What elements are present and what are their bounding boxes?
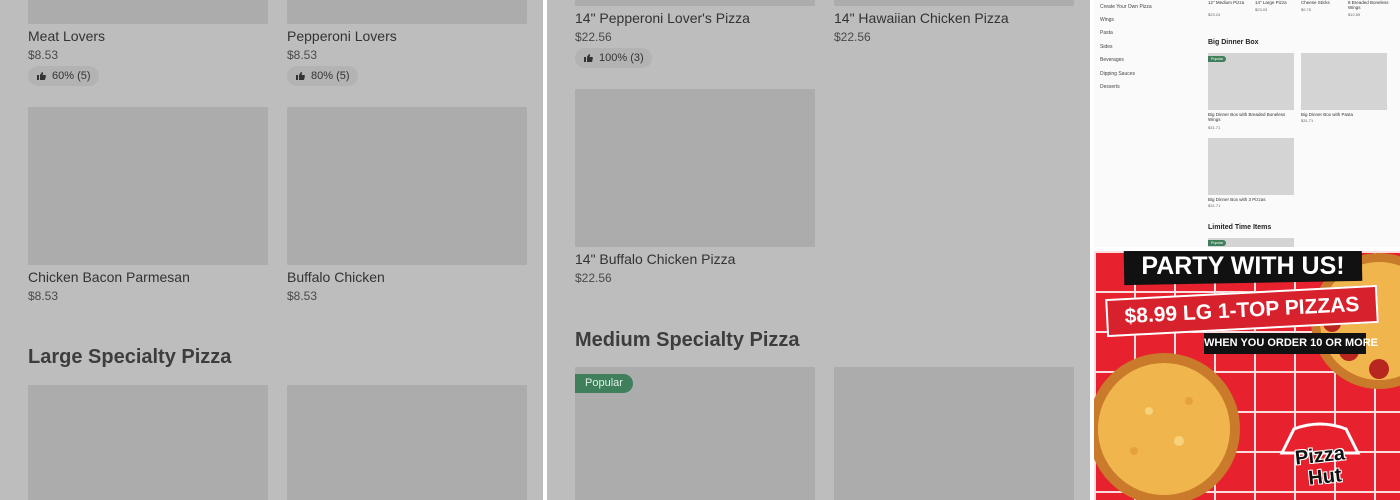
rating-text: 60% (5) <box>52 70 91 82</box>
menu-item-name[interactable]: 14" Pepperoni Lover's Pizza <box>575 10 750 26</box>
menu-item-image[interactable] <box>575 89 815 247</box>
menu-item-name[interactable]: Big Dinner Box with Pasta <box>1301 112 1387 117</box>
menu-item-name[interactable]: Pepperoni Lovers <box>287 28 397 44</box>
menu-item-name[interactable]: Big Dinner Box with 3 Pizzas <box>1208 197 1294 202</box>
menu-item-price: $31.71 <box>1208 203 1221 208</box>
rating-text: 100% (3) <box>599 52 644 64</box>
category-link[interactable]: Beverages <box>1100 57 1124 63</box>
popular-badge: Popular <box>1208 56 1227 62</box>
menu-item-price: $10.59 <box>1348 12 1361 17</box>
menu-item-image[interactable] <box>28 107 268 265</box>
rating-badge: 100% (3) <box>575 48 652 68</box>
category-link[interactable]: Desserts <box>1100 84 1120 90</box>
menu-item-name[interactable]: 14" Large Pizza <box>1255 0 1295 5</box>
category-link[interactable]: Wings <box>1100 17 1114 23</box>
menu-panel-middle: 14" Pepperoni Lover's Pizza $22.56 100% … <box>547 0 1090 500</box>
popular-badge: Popular <box>575 374 633 393</box>
menu-item-price: $9.75 <box>1301 7 1312 12</box>
menu-item-price: $31.71 <box>1208 125 1221 130</box>
section-title: Limited Time Items <box>1208 224 1272 231</box>
menu-item-image[interactable] <box>28 385 268 500</box>
category-link[interactable]: Create Your Own Pizza <box>1100 4 1152 10</box>
menu-item-price: $31.71 <box>1301 118 1314 123</box>
category-link[interactable]: Dipping Sauces <box>1100 71 1135 77</box>
category-link[interactable]: Pasta <box>1100 30 1113 36</box>
menu-item-price: $23.24 <box>1208 12 1221 17</box>
menu-item-name[interactable]: Cheese Sticks <box>1301 0 1341 5</box>
thumbs-up-icon <box>584 54 593 62</box>
menu-item-price: $8.53 <box>28 48 59 62</box>
menu-panel-left: Meat Lovers $8.53 60% (5) Pepperoni Love… <box>0 0 543 500</box>
menu-item-price: $8.53 <box>287 289 318 303</box>
menu-item-image[interactable] <box>575 0 815 6</box>
menu-item-name[interactable]: Chicken Bacon Parmesan <box>28 269 190 285</box>
section-title: Medium Specialty Pizza <box>575 329 800 351</box>
promo-ad[interactable]: PARTY WITH US! $8.99 LG 1-TOP PIZZAS WHE… <box>1094 251 1400 500</box>
menu-item-name[interactable]: 8 Breaded Boneless Wings <box>1348 0 1390 10</box>
menu-panel-thumbnail: Create Your Own Pizza Wings Pasta Sides … <box>1094 0 1400 247</box>
menu-item-price: $23.03 <box>1255 7 1268 12</box>
menu-item-price: $8.53 <box>28 289 59 303</box>
menu-item-image[interactable] <box>1208 138 1294 195</box>
category-link[interactable]: Sides <box>1100 44 1113 50</box>
menu-item-name[interactable]: 14" Buffalo Chicken Pizza <box>575 251 735 267</box>
rating-badge: 60% (5) <box>28 66 99 86</box>
menu-item-image[interactable] <box>834 367 1074 500</box>
menu-item-image[interactable] <box>1301 53 1387 110</box>
menu-item-price: $22.56 <box>575 30 612 44</box>
thumbs-up-icon <box>37 72 46 80</box>
menu-item-image[interactable] <box>834 0 1074 6</box>
menu-item-price: $22.56 <box>575 271 612 285</box>
menu-item-image[interactable] <box>287 385 527 500</box>
thumbs-up-icon <box>296 72 305 80</box>
menu-item-name[interactable]: 12" Medium Pizza <box>1208 0 1248 5</box>
menu-item-image[interactable] <box>28 0 268 24</box>
section-title: Big Dinner Box <box>1208 39 1259 46</box>
menu-item-name[interactable]: Big Dinner Box with Breaded Boneless Win… <box>1208 112 1294 122</box>
menu-item-image[interactable] <box>287 0 527 24</box>
ad-headline: PARTY WITH US! <box>1141 252 1345 280</box>
menu-item-name[interactable]: 14" Hawaiian Chicken Pizza <box>834 10 1009 26</box>
menu-item-image[interactable] <box>287 107 527 265</box>
rating-text: 80% (5) <box>311 70 350 82</box>
section-title: Large Specialty Pizza <box>28 346 232 368</box>
menu-item-price: $8.53 <box>287 48 318 62</box>
menu-item-name[interactable]: Buffalo Chicken <box>287 269 385 285</box>
popular-badge: Popular <box>1208 240 1227 246</box>
rating-badge: 80% (5) <box>287 66 358 86</box>
menu-item-name[interactable]: Meat Lovers <box>28 28 105 44</box>
menu-item-price: $22.56 <box>834 30 871 44</box>
ad-condition: WHEN YOU ORDER 10 OR MORE <box>1204 333 1378 354</box>
